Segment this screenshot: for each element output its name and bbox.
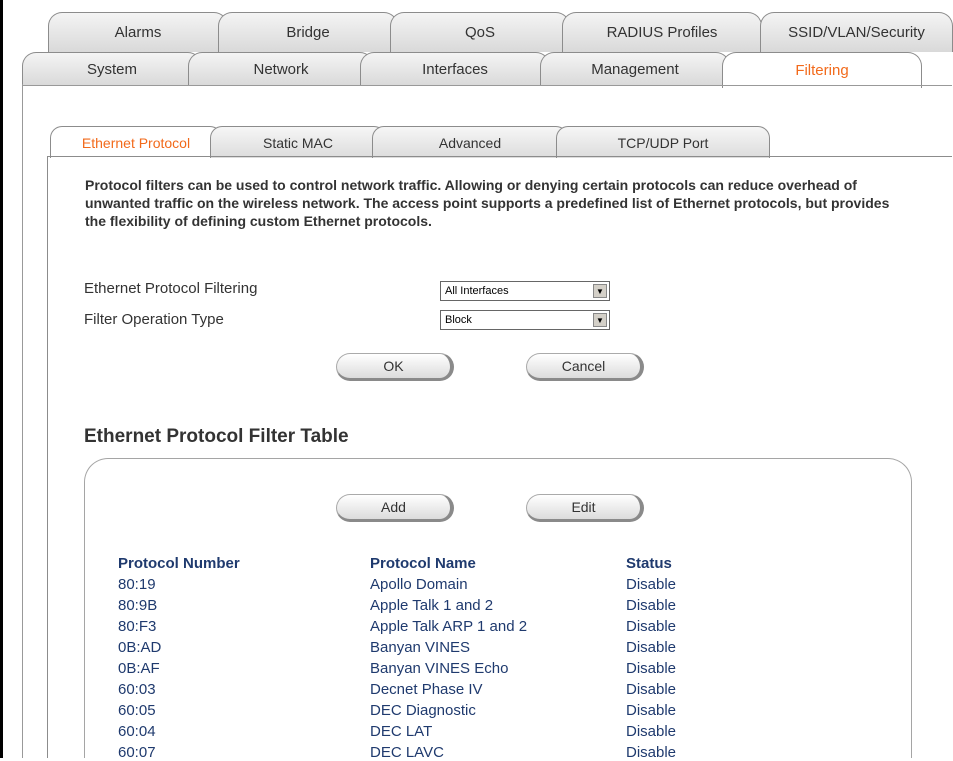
protocol-number-cell: 0B:AF xyxy=(118,660,160,677)
tab-label: Interfaces xyxy=(422,61,488,78)
tab-label: SSID/VLAN/Security xyxy=(788,24,925,41)
tab-label: Bridge xyxy=(286,24,330,41)
button-label: Edit xyxy=(571,499,596,515)
tab-alarms[interactable]: Alarms xyxy=(48,12,228,52)
ok-button[interactable]: OK xyxy=(336,353,454,381)
ethernet-protocol-filtering-select[interactable]: All Interfaces ▼ xyxy=(440,281,610,301)
tab-qos[interactable]: QoS xyxy=(390,12,570,52)
protocol-name-cell: DEC LAT xyxy=(370,723,433,740)
header-status: Status xyxy=(626,555,672,572)
subtab-label: TCP/UDP Port xyxy=(617,134,709,151)
status-cell: Disable xyxy=(626,576,677,593)
protocol-number-cell: 80:F3 xyxy=(118,618,157,635)
button-label: OK xyxy=(383,358,404,374)
select-value: Block xyxy=(445,314,472,326)
filter-operation-type-select[interactable]: Block ▼ xyxy=(440,310,610,330)
protocol-name-cell: Banyan VINES Echo xyxy=(370,660,509,677)
app-frame: Alarms Bridge QoS RADIUS Profiles SSID/V… xyxy=(0,0,953,761)
tab-radius-profiles[interactable]: RADIUS Profiles xyxy=(562,12,762,52)
add-button[interactable]: Add xyxy=(336,494,454,522)
subtab-advanced[interactable]: Advanced xyxy=(372,126,568,158)
status-cell: Disable xyxy=(626,702,677,719)
tab-system[interactable]: System xyxy=(22,52,202,86)
header-protocol-number: Protocol Number xyxy=(118,555,240,572)
status-cell: Disable xyxy=(626,660,677,677)
tab-label: Management xyxy=(591,61,679,78)
tab-label: Filtering xyxy=(795,62,849,79)
subtab-ethernet-protocol[interactable]: Ethernet Protocol xyxy=(50,126,222,158)
protocol-number-cell: 60:04 xyxy=(118,723,156,740)
dropdown-arrow-icon[interactable]: ▼ xyxy=(593,313,607,327)
protocol-number-cell: 60:05 xyxy=(118,702,156,719)
protocol-name-cell: Decnet Phase IV xyxy=(370,681,483,698)
status-cell: Disable xyxy=(626,639,677,656)
ethernet-protocol-filtering-label: Ethernet Protocol Filtering xyxy=(84,280,258,297)
button-label: Cancel xyxy=(561,358,606,374)
tab-network[interactable]: Network xyxy=(188,52,374,86)
cancel-button[interactable]: Cancel xyxy=(526,353,644,381)
tab-interfaces[interactable]: Interfaces xyxy=(360,52,550,86)
subtab-static-mac[interactable]: Static MAC xyxy=(210,126,386,158)
protocol-name-cell: Apple Talk ARP 1 and 2 xyxy=(370,618,528,635)
subtab-label: Advanced xyxy=(438,134,502,151)
tab-label: System xyxy=(86,61,137,78)
tab-label: RADIUS Profiles xyxy=(606,24,718,41)
description-text: Protocol filters can be used to control … xyxy=(85,177,890,229)
left-border xyxy=(0,0,3,758)
protocol-number-cell: 60:07 xyxy=(118,744,156,761)
tab-label: Network xyxy=(253,61,309,78)
tab-divider xyxy=(22,85,952,86)
tab-bridge[interactable]: Bridge xyxy=(218,12,398,52)
subtab-label: Static MAC xyxy=(262,134,333,151)
tab-management[interactable]: Management xyxy=(540,52,730,86)
status-cell: Disable xyxy=(626,618,677,635)
protocol-number-cell: 80:19 xyxy=(118,576,156,593)
edit-button[interactable]: Edit xyxy=(526,494,644,522)
subtab-tcp-udp-port[interactable]: TCP/UDP Port xyxy=(556,126,770,158)
dropdown-arrow-icon[interactable]: ▼ xyxy=(593,284,607,298)
tab-label: QoS xyxy=(464,24,495,41)
status-cell: Disable xyxy=(626,723,677,740)
status-cell: Disable xyxy=(626,597,677,614)
tab-label: Alarms xyxy=(114,24,162,41)
protocol-name-cell: Banyan VINES xyxy=(370,639,471,656)
protocol-number-cell: 0B:AD xyxy=(118,639,162,656)
status-cell: Disable xyxy=(626,744,677,761)
table-title: Ethernet Protocol Filter Table xyxy=(84,426,349,447)
tab-ssid-vlan-security[interactable]: SSID/VLAN/Security xyxy=(760,12,953,52)
protocol-number-cell: 60:03 xyxy=(118,681,156,698)
protocol-name-cell: Apple Talk 1 and 2 xyxy=(370,597,494,614)
select-value: All Interfaces xyxy=(445,285,509,297)
filter-operation-type-label: Filter Operation Type xyxy=(84,311,224,328)
status-cell: Disable xyxy=(626,681,677,698)
protocol-number-cell: 80:9B xyxy=(118,597,158,614)
filter-table-box xyxy=(84,458,912,758)
protocol-name-cell: Apollo Domain xyxy=(370,576,468,593)
content-border xyxy=(22,84,23,758)
protocol-name-cell: DEC LAVC xyxy=(370,744,444,761)
subtab-label: Ethernet Protocol xyxy=(81,134,191,151)
protocol-name-cell: DEC Diagnostic xyxy=(370,702,476,719)
header-protocol-name: Protocol Name xyxy=(370,555,476,572)
tab-filtering[interactable]: Filtering xyxy=(722,52,922,88)
button-label: Add xyxy=(381,499,406,515)
